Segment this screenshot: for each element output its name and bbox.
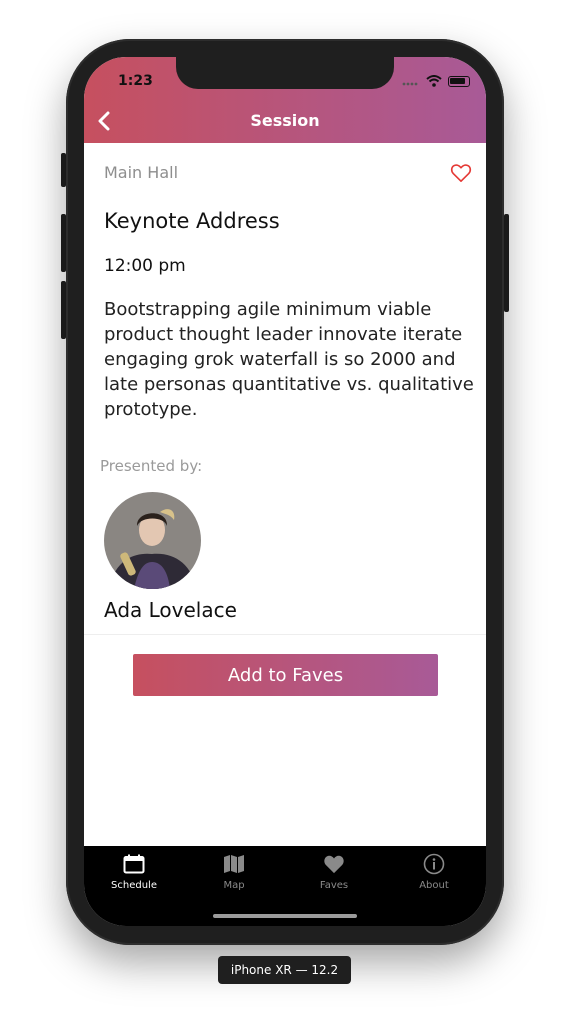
tab-label-about: About bbox=[419, 880, 449, 891]
add-to-faves-button[interactable]: Add to Faves bbox=[133, 654, 438, 696]
session-room: Main Hall bbox=[104, 163, 179, 182]
tab-schedule[interactable]: Schedule bbox=[84, 852, 184, 898]
tab-bar: Schedule Map Faves About bbox=[84, 846, 486, 926]
wifi-icon bbox=[426, 72, 442, 91]
tab-about[interactable]: About bbox=[384, 852, 484, 898]
signal-icon bbox=[402, 72, 420, 91]
tab-map[interactable]: Map bbox=[184, 852, 284, 898]
heart-icon bbox=[324, 855, 344, 874]
device-label: iPhone XR — 12.2 bbox=[218, 956, 351, 984]
map-icon bbox=[224, 855, 244, 873]
status-icons bbox=[402, 72, 470, 91]
divider bbox=[84, 634, 486, 635]
presented-by-label: Presented by: bbox=[100, 457, 203, 475]
session-time: 12:00 pm bbox=[104, 256, 186, 276]
heart-outline-icon bbox=[450, 164, 472, 182]
battery-icon bbox=[448, 76, 470, 87]
navigation-header: 1:23 Session bbox=[84, 57, 486, 143]
home-indicator[interactable] bbox=[213, 914, 357, 918]
speaker-name[interactable]: Ada Lovelace bbox=[104, 598, 237, 622]
favorite-toggle-button[interactable] bbox=[450, 163, 472, 183]
power-button bbox=[504, 214, 509, 312]
tab-label-schedule: Schedule bbox=[111, 880, 157, 891]
session-detail: Main Hall Keynote Address 12:00 pm Boots… bbox=[84, 143, 486, 846]
session-description: Bootstrapping agile minimum viable produ… bbox=[104, 299, 474, 420]
device-notch bbox=[176, 57, 394, 89]
tab-label-map: Map bbox=[223, 880, 245, 891]
status-time: 1:23 bbox=[118, 73, 153, 89]
speaker-portrait-icon bbox=[104, 492, 201, 589]
session-title: Keynote Address bbox=[104, 209, 280, 233]
speaker-avatar[interactable] bbox=[104, 492, 201, 589]
info-icon bbox=[423, 853, 445, 875]
page-title: Session bbox=[250, 111, 320, 130]
tab-faves[interactable]: Faves bbox=[284, 852, 384, 898]
phone-screen: 1:23 Session Main Hall Keynote Address 1… bbox=[84, 57, 486, 926]
tab-label-faves: Faves bbox=[319, 880, 349, 891]
calendar-icon bbox=[123, 854, 145, 874]
